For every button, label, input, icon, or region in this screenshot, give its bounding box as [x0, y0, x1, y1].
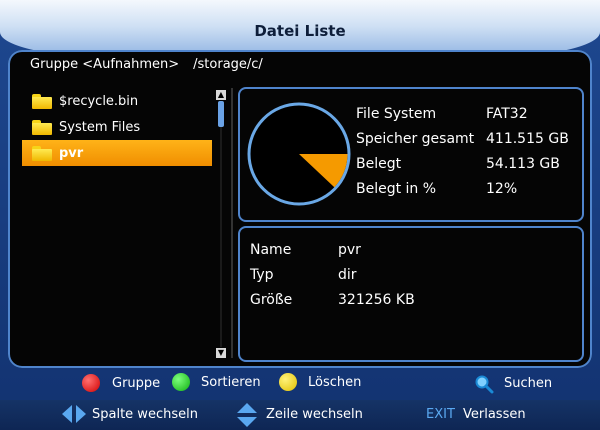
yellow-key-label[interactable]: Löschen [308, 375, 361, 390]
list-item-selected[interactable]: pvr [22, 140, 212, 166]
file-name: System Files [59, 119, 141, 135]
size-label: Größe [250, 292, 293, 308]
color-key-bar: Gruppe Sortieren Löschen Suchen [0, 368, 600, 398]
breadcrumb: Gruppe <Aufnahmen> /storage/c/ [30, 57, 277, 72]
used-pct-label: Belegt in % [356, 181, 437, 197]
exit-label[interactable]: Verlassen [463, 407, 526, 422]
exit-key-icon[interactable]: EXIT [426, 407, 455, 422]
name-value: pvr [338, 242, 361, 258]
scroll-thumb[interactable] [218, 101, 224, 127]
list-item[interactable]: $recycle.bin [22, 88, 212, 114]
fs-value: FAT32 [486, 106, 528, 122]
left-right-arrow-icon [62, 405, 86, 423]
red-key-icon[interactable] [82, 374, 100, 392]
red-key-label[interactable]: Gruppe [112, 376, 160, 391]
storage-pie [247, 102, 351, 206]
folder-icon [32, 93, 52, 109]
green-key-label[interactable]: Sortieren [201, 375, 261, 390]
size-value: 321256 KB [338, 292, 415, 308]
column-divider [231, 88, 233, 358]
file-details-box: Name pvr Typ dir Größe 321256 KB [238, 226, 584, 362]
type-value: dir [338, 267, 357, 283]
fs-label: File System [356, 106, 437, 122]
total-value: 411.515 GB [486, 131, 569, 147]
path-label: /storage/c/ [193, 57, 263, 72]
type-label: Typ [250, 267, 274, 283]
lr-key-label[interactable]: Spalte wechseln [92, 407, 198, 422]
green-key-icon[interactable] [172, 373, 190, 391]
ud-key-label[interactable]: Zeile wechseln [266, 407, 363, 422]
scrollbar[interactable]: ▲ ▼ [216, 90, 226, 358]
file-name: $recycle.bin [59, 93, 139, 109]
scroll-up-icon[interactable]: ▲ [216, 90, 226, 100]
total-label: Speicher gesamt [356, 131, 475, 147]
group-label: Gruppe <Aufnahmen> [30, 57, 180, 72]
window-title: Datei Liste [254, 22, 346, 40]
up-down-arrow-icon [237, 403, 257, 427]
storage-info-box: File System FAT32 Speicher gesamt 411.51… [238, 87, 584, 222]
folder-icon [32, 119, 52, 135]
file-name: pvr [59, 145, 84, 161]
list-item[interactable]: System Files [22, 114, 212, 140]
yellow-key-icon[interactable] [279, 373, 297, 391]
file-list: $recycle.bin System Files pvr [22, 88, 214, 166]
scroll-track[interactable] [218, 101, 224, 347]
nav-key-bar: Spalte wechseln Zeile wechseln EXIT Verl… [0, 400, 600, 430]
used-value: 54.113 GB [486, 156, 560, 172]
used-label: Belegt [356, 156, 402, 172]
search-icon[interactable] [474, 374, 494, 394]
search-label[interactable]: Suchen [504, 376, 552, 391]
scroll-down-icon[interactable]: ▼ [216, 348, 226, 358]
used-pct-value: 12% [486, 181, 518, 197]
name-label: Name [250, 242, 292, 258]
folder-icon [32, 145, 52, 161]
